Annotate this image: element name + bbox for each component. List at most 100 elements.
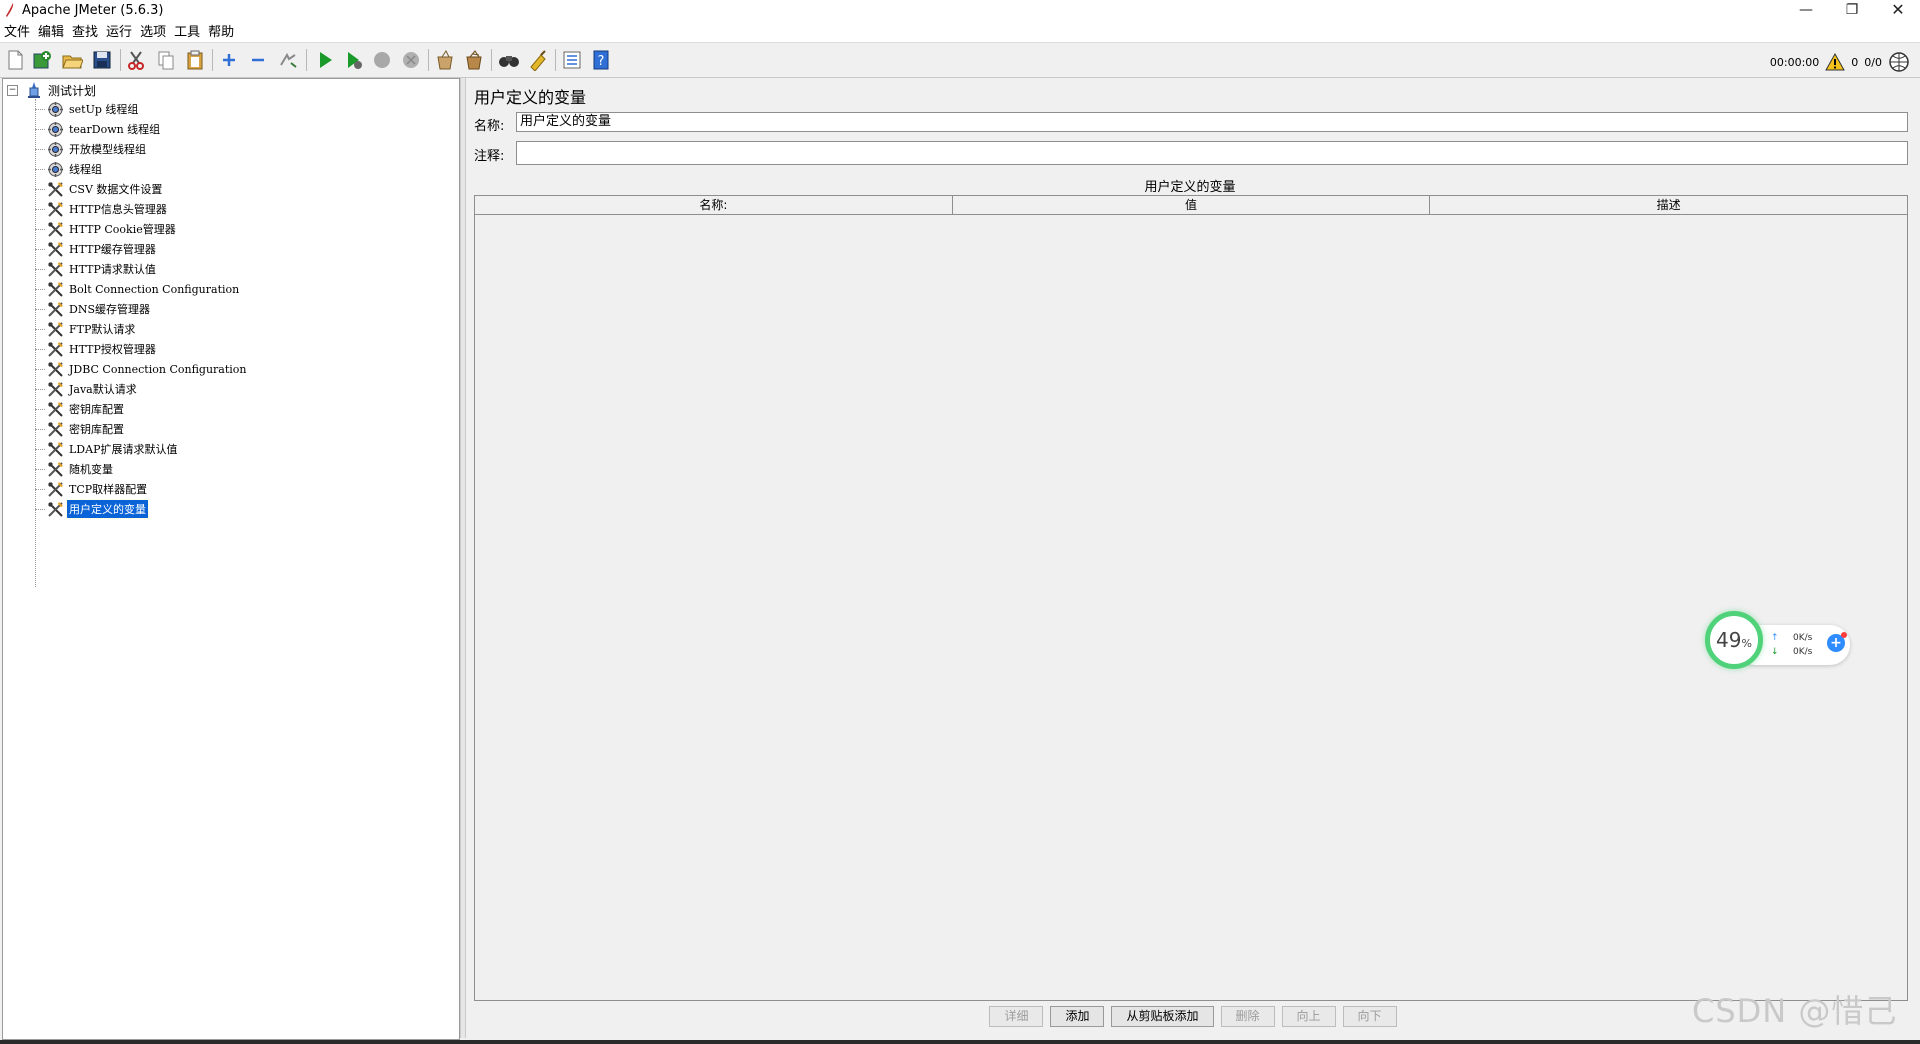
tree-item-label: Java默认请求: [69, 383, 137, 396]
tree-item[interactable]: HTTP Cookie管理器: [35, 219, 178, 239]
name-field[interactable]: 用户定义的变量: [516, 112, 1908, 132]
tree-item[interactable]: Java默认请求: [35, 379, 139, 399]
close-button[interactable]: ✕: [1875, 0, 1920, 22]
test-plan-tree: − 测试计划 setUp 线程组 tearDown 线程组开放模型线程组线程组 CS…: [2, 78, 460, 1040]
remote-engine-icon[interactable]: [1888, 51, 1910, 73]
tree-item-label: 密钥库配置: [69, 423, 124, 436]
collapse-toggle-icon[interactable]: −: [7, 84, 18, 96]
move-down-button[interactable]: 向下: [1342, 1006, 1397, 1027]
add-from-clipboard-button[interactable]: 从剪贴板添加: [1111, 1006, 1214, 1027]
thread-group-icon: [47, 101, 64, 118]
column-header-description[interactable]: 描述: [1430, 196, 1907, 214]
tree-item[interactable]: 密钥库配置: [35, 419, 126, 439]
menu-file[interactable]: 文件: [0, 22, 34, 42]
menu-tools[interactable]: 工具: [170, 22, 204, 42]
start-no-pauses-icon[interactable]: [342, 48, 366, 72]
menu-run[interactable]: 运行: [102, 22, 136, 42]
tree-item-label: DNS缓存管理器: [69, 303, 150, 316]
move-up-button[interactable]: 向上: [1281, 1006, 1336, 1027]
thread-group-icon: [47, 121, 64, 138]
comment-field[interactable]: [516, 141, 1908, 165]
menu-edit[interactable]: 编辑: [34, 22, 68, 42]
expand-all-icon[interactable]: [217, 48, 241, 72]
tree-item-label: 密钥库配置: [69, 403, 124, 416]
config-element-icon: [47, 461, 64, 478]
tree-item[interactable]: DNS缓存管理器: [35, 299, 152, 319]
cut-icon[interactable]: [124, 48, 148, 72]
network-speed-widget[interactable]: 49% ↑ ↓ 0K/s 0K/s +: [1705, 611, 1855, 679]
search-icon[interactable]: [497, 48, 521, 72]
tree-item[interactable]: LDAP扩展请求默认值: [35, 439, 179, 459]
tree-item[interactable]: 开放模型线程组: [35, 139, 148, 159]
new-icon[interactable]: [3, 48, 27, 72]
paste-icon[interactable]: [183, 48, 207, 72]
tree-item-label: HTTP信息头管理器: [69, 203, 167, 216]
watermark: CSDN @惜己: [1692, 992, 1898, 1030]
tree-item[interactable]: 随机变量: [35, 459, 115, 479]
config-element-icon: [47, 221, 64, 238]
menu-options[interactable]: 选项: [136, 22, 170, 42]
tree-item-label: setUp 线程组: [69, 103, 139, 116]
tree-item[interactable]: JDBC Connection Configuration: [35, 359, 249, 379]
panel-title: 用户定义的变量: [474, 88, 587, 107]
tree-item-label: tearDown 线程组: [69, 123, 161, 136]
start-icon[interactable]: [313, 48, 337, 72]
clear-icon[interactable]: [433, 48, 457, 72]
copy-icon[interactable]: [154, 48, 178, 72]
open-icon[interactable]: [60, 48, 84, 72]
tree-item[interactable]: 密钥库配置: [35, 399, 126, 419]
tree-item-label: TCP取样器配置: [69, 483, 148, 496]
variables-table[interactable]: 名称: 值 描述: [474, 195, 1908, 1001]
tree-item[interactable]: HTTP缓存管理器: [35, 239, 158, 259]
restore-button[interactable]: ❐: [1829, 0, 1875, 22]
column-header-name[interactable]: 名称:: [475, 196, 953, 214]
menu-help[interactable]: 帮助: [204, 22, 238, 42]
toggle-icon[interactable]: [276, 48, 300, 72]
tree-item-label: 线程组: [69, 163, 102, 176]
config-element-icon: [47, 281, 64, 298]
function-helper-icon[interactable]: [560, 48, 584, 72]
collapse-all-icon[interactable]: [246, 48, 270, 72]
help-icon[interactable]: ?: [589, 48, 613, 72]
tree-root-label: 测试计划: [48, 83, 97, 98]
config-element-icon: [47, 181, 64, 198]
column-header-value[interactable]: 值: [953, 196, 1431, 214]
jmeter-feather-icon: [6, 3, 14, 17]
shutdown-icon[interactable]: [399, 48, 423, 72]
reset-search-icon[interactable]: [526, 48, 550, 72]
clear-all-icon[interactable]: [462, 48, 486, 72]
config-element-icon: [47, 401, 64, 418]
save-icon[interactable]: [90, 48, 114, 72]
tree-item[interactable]: TCP取样器配置: [35, 479, 149, 499]
tree-item-label: Bolt Connection Configuration: [69, 282, 240, 296]
tree-item[interactable]: 用户定义的变量: [35, 499, 149, 519]
elapsed-timer: 00:00:00: [1769, 55, 1820, 69]
stop-icon[interactable]: [370, 48, 394, 72]
tree-item[interactable]: HTTP授权管理器: [35, 339, 158, 359]
tree-item[interactable]: Bolt Connection Configuration: [35, 279, 241, 299]
delete-button[interactable]: 删除: [1220, 1006, 1275, 1027]
tree-item[interactable]: HTTP请求默认值: [35, 259, 158, 279]
tree-item[interactable]: setUp 线程组: [35, 99, 140, 119]
tree-item[interactable]: CSV 数据文件设置: [35, 179, 164, 199]
templates-icon[interactable]: [30, 48, 54, 72]
thread-group-icon: [47, 161, 64, 178]
tree-item-label: FTP默认请求: [69, 323, 136, 336]
warning-icon[interactable]: [1825, 53, 1846, 71]
tree-item-label: LDAP扩展请求默认值: [69, 443, 178, 456]
menu-search[interactable]: 查找: [68, 22, 102, 42]
tree-root-node[interactable]: − 测试计划: [7, 81, 96, 99]
tree-item[interactable]: 线程组: [35, 159, 104, 179]
tree-item[interactable]: HTTP信息头管理器: [35, 199, 169, 219]
detail-button[interactable]: 详细: [989, 1006, 1044, 1027]
config-element-icon: [47, 321, 64, 338]
menu-bar: 文件 编辑 查找 运行 选项 工具 帮助: [0, 22, 1920, 42]
thread-group-icon: [47, 141, 64, 158]
minimize-button[interactable]: —: [1783, 0, 1829, 22]
usage-ring: 49%: [1705, 611, 1763, 669]
tree-item-label: HTTP授权管理器: [69, 343, 156, 356]
add-button[interactable]: 添加: [1050, 1006, 1105, 1027]
tree-item[interactable]: tearDown 线程组: [35, 119, 162, 139]
tree-item[interactable]: FTP默认请求: [35, 319, 137, 339]
tree-item-label: CSV 数据文件设置: [69, 183, 163, 196]
